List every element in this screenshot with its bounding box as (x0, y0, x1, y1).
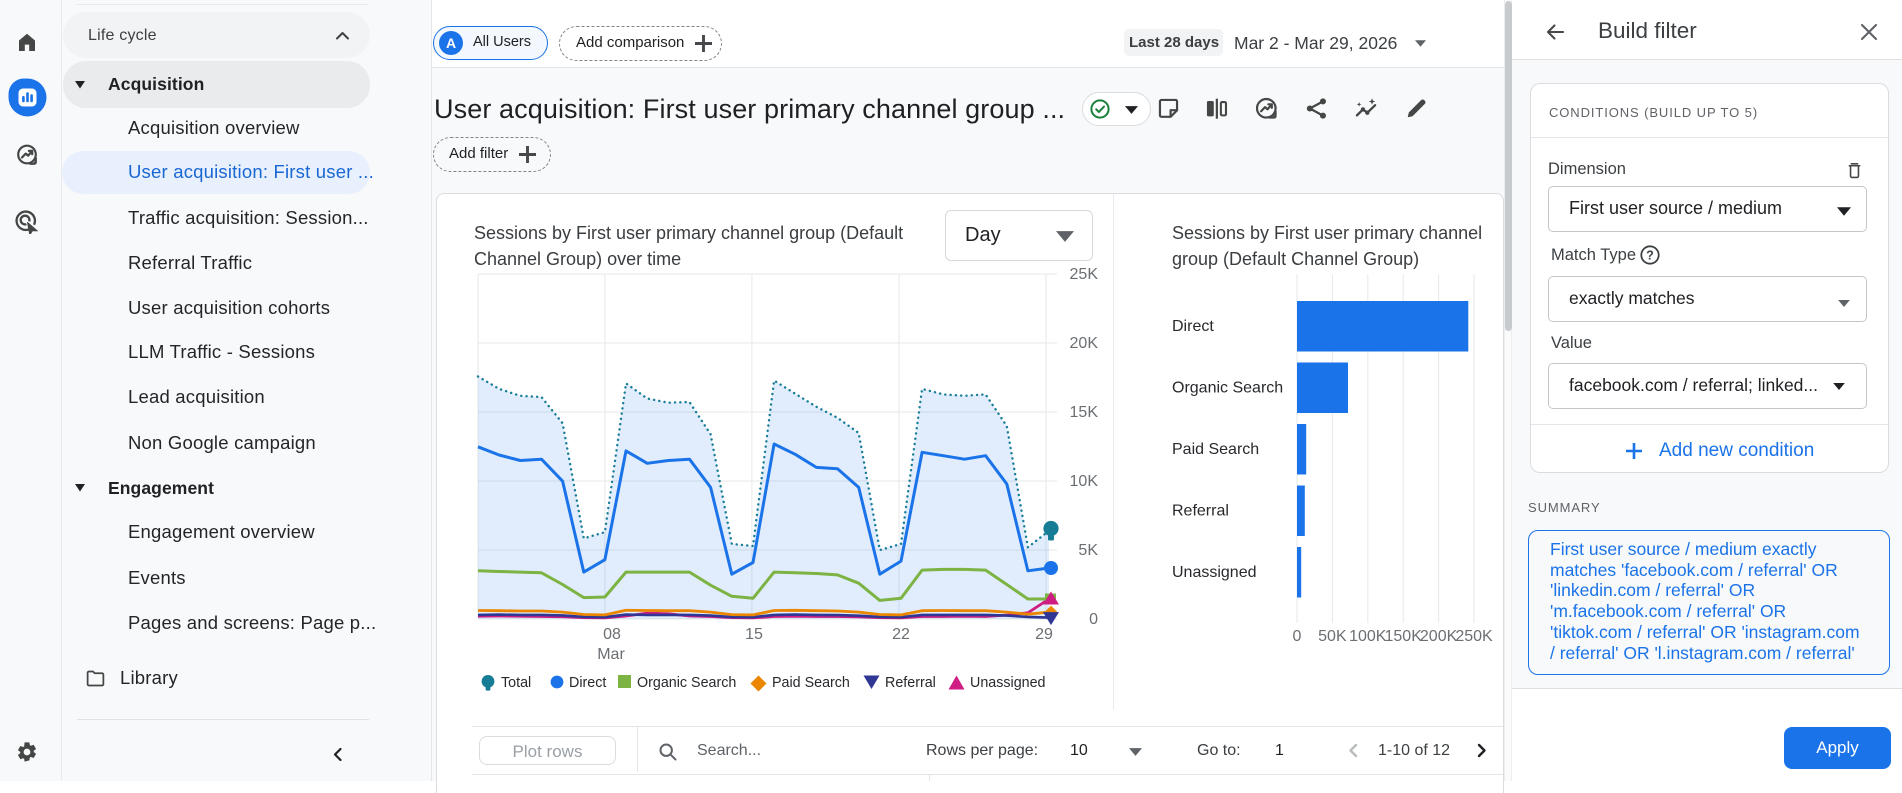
svg-text:?: ? (1646, 248, 1654, 262)
